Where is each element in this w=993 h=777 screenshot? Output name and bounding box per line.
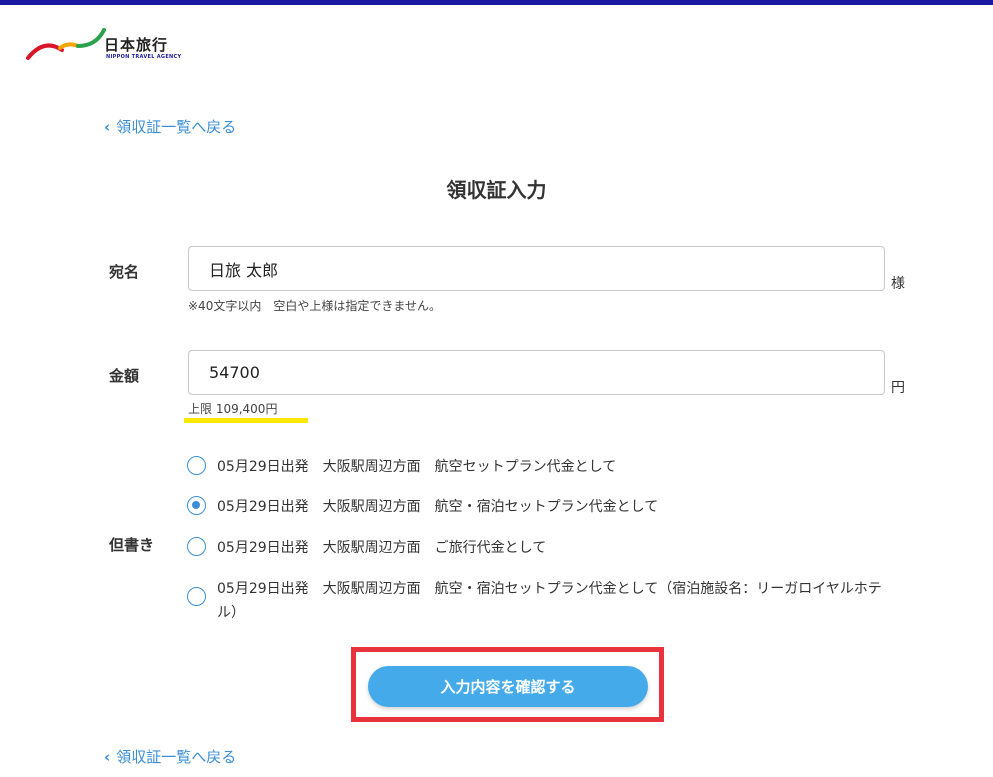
logo-text: 日本旅行	[104, 36, 169, 54]
page-title: 領収証入力	[446, 178, 547, 202]
radio-button-checked[interactable]	[187, 496, 206, 515]
back-to-receipt-list-link[interactable]: ‹ 領収証一覧へ戻る	[104, 116, 236, 137]
radio-button[interactable]	[187, 537, 206, 556]
amount-suffix: 円	[891, 380, 905, 396]
amount-label: 金額	[109, 367, 140, 385]
limit-highlight-marker	[184, 418, 308, 423]
back-to-receipt-list-link-bottom[interactable]: ‹ 領収証一覧へ戻る	[104, 746, 236, 767]
top-accent-bar	[0, 0, 993, 5]
proviso-option-label: 05月29日出発 大阪駅周辺方面 航空・宿泊セットプラン代金として	[217, 499, 659, 515]
proviso-option-2[interactable]: 05月29日出発 大阪駅周辺方面 航空・宿泊セットプラン代金として	[187, 495, 897, 519]
radio-button[interactable]	[187, 456, 206, 475]
addressee-note: ※40文字以内 空白や上様は指定できません。	[188, 299, 441, 313]
proviso-option-4[interactable]: 05月29日出発 大阪駅周辺方面 航空・宿泊セットプラン代金として（宿泊施設名：…	[187, 577, 897, 625]
logo-subtext: NIPPON TRAVEL AGENCY	[106, 54, 182, 60]
addressee-suffix: 様	[891, 276, 905, 292]
chevron-left-icon: ‹	[104, 747, 111, 766]
proviso-option-label: 05月29日出発 大阪駅周辺方面 航空セットプラン代金として	[217, 459, 617, 475]
proviso-option-3[interactable]: 05月29日出発 大阪駅周辺方面 ご旅行代金として	[187, 536, 897, 560]
proviso-option-1[interactable]: 05月29日出発 大阪駅周辺方面 航空セットプラン代金として	[187, 455, 897, 479]
radio-button[interactable]	[187, 587, 206, 606]
proviso-label: 但書き	[109, 536, 155, 554]
proviso-option-label: 05月29日出発 大阪駅周辺方面 航空・宿泊セットプラン代金として（宿泊施設名：…	[217, 581, 882, 621]
nippon-travel-logo[interactable]: 日本旅行 NIPPON TRAVEL AGENCY	[26, 28, 186, 64]
chevron-left-icon: ‹	[104, 117, 111, 136]
amount-input[interactable]	[188, 350, 885, 395]
addressee-input[interactable]	[188, 246, 885, 291]
logo-swoosh-icon	[26, 28, 106, 60]
back-link-label: 領収証一覧へ戻る	[116, 118, 237, 136]
confirm-input-button[interactable]: 入力内容を確認する	[368, 666, 648, 707]
amount-limit-note: 上限 109,400円	[188, 402, 278, 416]
back-link-label: 領収証一覧へ戻る	[116, 748, 237, 766]
proviso-option-label: 05月29日出発 大阪駅周辺方面 ご旅行代金として	[217, 540, 547, 556]
addressee-label: 宛名	[109, 263, 140, 281]
